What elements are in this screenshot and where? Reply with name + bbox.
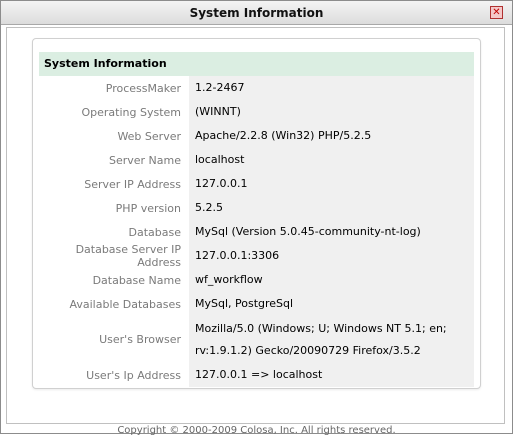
- content-frame: System Information ProcessMaker 1.2-2467…: [6, 27, 505, 424]
- info-rows: ProcessMaker 1.2-2467 Operating System (…: [39, 76, 474, 387]
- info-row-database-server-ip: Database Server IP Address 127.0.0.1:330…: [39, 243, 474, 269]
- info-label: Server IP Address: [84, 177, 181, 191]
- info-label: Server Name: [108, 153, 181, 167]
- info-value: MySql, PostgreSql: [189, 292, 474, 316]
- info-row-database: Database MySql (Version 5.0.45-community…: [39, 220, 474, 244]
- info-value: 1.2-2467: [189, 76, 474, 100]
- info-label: User's Ip Address: [86, 368, 181, 382]
- system-information-window: System Information ✕ System Information …: [0, 0, 513, 434]
- info-value: 5.2.5: [189, 196, 474, 220]
- panel-heading: System Information: [39, 52, 474, 76]
- info-value: wf_workflow: [189, 268, 474, 292]
- info-value: 127.0.0.1: [189, 172, 474, 196]
- title-bar[interactable]: System Information ✕: [1, 1, 512, 25]
- info-row-operating-system: Operating System (WINNT): [39, 100, 474, 124]
- info-row-php-version: PHP version 5.2.5: [39, 196, 474, 220]
- info-label: PHP version: [115, 201, 181, 215]
- info-value: (WINNT): [189, 100, 474, 124]
- info-row-users-browser: User's Browser Mozilla/5.0 (Windows; U; …: [39, 316, 474, 363]
- info-row-available-databases: Available Databases MySql, PostgreSql: [39, 292, 474, 316]
- info-label: User's Browser: [99, 333, 181, 346]
- info-row-database-name: Database Name wf_workflow: [39, 268, 474, 292]
- info-label: Database Name: [92, 273, 181, 287]
- info-row-users-ip: User's Ip Address 127.0.0.1 => localhost: [39, 363, 474, 387]
- info-value: 127.0.0.1 => localhost: [189, 363, 474, 387]
- info-label: Web Server: [117, 129, 181, 143]
- info-row-processmaker: ProcessMaker 1.2-2467: [39, 76, 474, 100]
- close-icon[interactable]: ✕: [490, 6, 503, 19]
- info-value: Mozilla/5.0 (Windows; U; Windows NT 5.1;…: [189, 316, 474, 363]
- info-row-server-ip: Server IP Address 127.0.0.1: [39, 172, 474, 196]
- info-label: Database Server IP Address: [75, 243, 181, 269]
- info-value: localhost: [189, 148, 474, 172]
- info-value: MySql (Version 5.0.45-community-nt-log): [189, 220, 474, 244]
- info-label: ProcessMaker: [105, 81, 181, 95]
- info-label: Operating System: [81, 105, 181, 119]
- info-value: 127.0.0.1:3306: [189, 244, 474, 268]
- info-row-web-server: Web Server Apache/2.2.8 (Win32) PHP/5.2.…: [39, 124, 474, 148]
- info-row-server-name: Server Name localhost: [39, 148, 474, 172]
- info-label: Available Databases: [69, 297, 181, 311]
- info-label: Database: [128, 225, 182, 239]
- window-title: System Information: [189, 6, 324, 20]
- info-value: Apache/2.2.8 (Win32) PHP/5.2.5: [189, 124, 474, 148]
- footer-copyright: Copyright © 2000-2009 Colosa, Inc. All r…: [117, 425, 396, 436]
- system-info-panel: System Information ProcessMaker 1.2-2467…: [32, 38, 481, 389]
